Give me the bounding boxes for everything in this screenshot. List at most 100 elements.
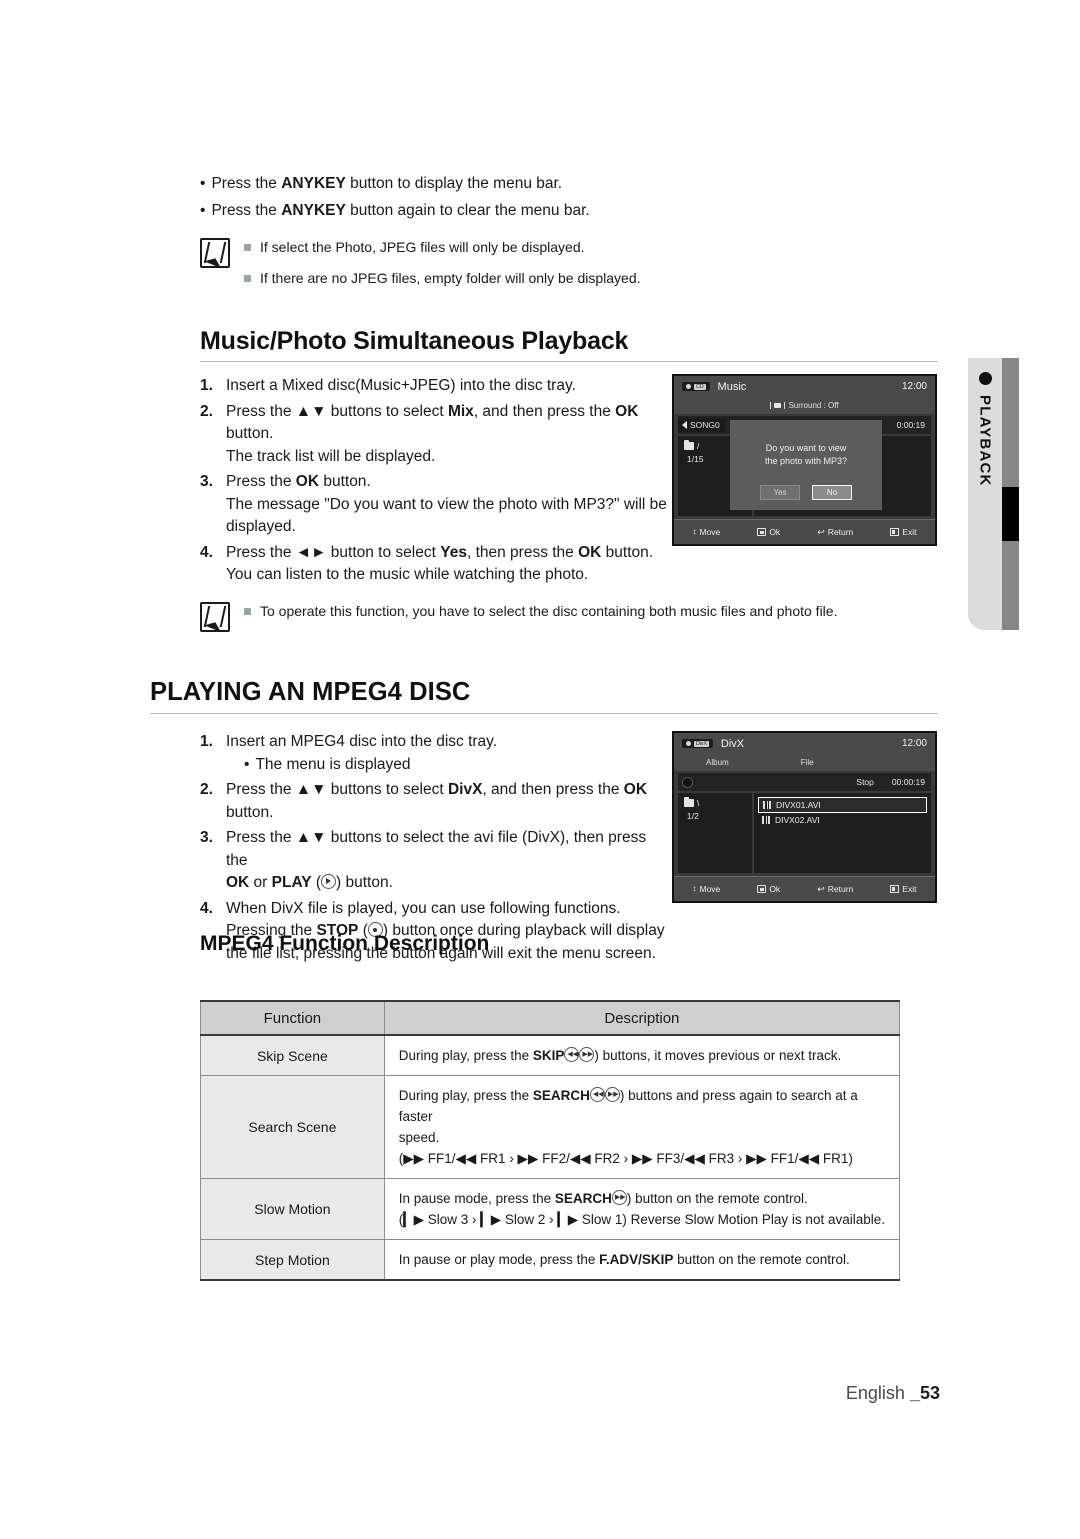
heading-rule bbox=[200, 361, 938, 362]
screen-title: DivX bbox=[720, 737, 745, 750]
hint-move: ↕ Move bbox=[693, 884, 721, 894]
desc-post: ) buttons, it moves previous or next tra… bbox=[594, 1048, 842, 1063]
steps-music-photo: 1. Insert a Mixed disc(Music+JPEG) into … bbox=[200, 375, 670, 590]
hint-return: ↩ Return bbox=[817, 884, 853, 894]
video-file-icon bbox=[763, 801, 771, 809]
step-line: Press the ▲▼ buttons to select the avi f… bbox=[226, 829, 647, 869]
video-file-icon bbox=[762, 816, 770, 824]
surround-speaker-icon bbox=[770, 402, 786, 409]
playback-status-label: Stop bbox=[856, 777, 874, 787]
desc-bold: F.ADV/SKIP bbox=[599, 1252, 674, 1267]
desc-line2: speed. bbox=[398, 1130, 440, 1145]
table-row: Search Scene During play, press the SEAR… bbox=[200, 1075, 901, 1179]
section-heading-mpeg4: PLAYING AN MPEG4 DISC bbox=[150, 678, 471, 706]
playback-status-bar: Stop 00:00:19 bbox=[678, 773, 931, 791]
ok-icon bbox=[757, 885, 767, 893]
surround-status-row: Surround : Off bbox=[674, 397, 935, 414]
note-box: To operate this function, you have to se… bbox=[200, 600, 920, 633]
screenshot-music-player: CD Music 12:00 Surround : Off SONG0 0:00… bbox=[672, 374, 937, 546]
file-list-pane[interactable]: DIVX01.AVI DIVX02.AVI bbox=[754, 793, 931, 873]
folder-pane[interactable]: \ 1/2 bbox=[678, 793, 752, 873]
step-line: displayed. bbox=[226, 518, 296, 535]
note-pencil-icon bbox=[200, 238, 230, 269]
move-icon: ↕ bbox=[692, 884, 697, 893]
bullet-text-post: button to display the menu bar. bbox=[345, 175, 563, 192]
step-item: 2. Press the ▲▼ buttons to select DivX, … bbox=[200, 779, 670, 824]
step-line: Press the ◄► button to select Yes, then … bbox=[226, 543, 654, 561]
step-number: 2. bbox=[200, 781, 213, 798]
step-sub-bullet: • The menu is displayed bbox=[226, 754, 670, 777]
screen-clock: 12:00 bbox=[901, 381, 927, 392]
hint-label: Exit bbox=[902, 884, 917, 894]
desc-pre: In pause mode, press the bbox=[398, 1191, 555, 1206]
screen-titlebar: DivX DivX 12:00 bbox=[674, 733, 935, 754]
step-line: Press the ▲▼ buttons to select Mix, and … bbox=[226, 402, 639, 420]
step-sub-text: The menu is displayed bbox=[255, 755, 411, 773]
screenshot-divx-browser: DivX DivX 12:00 Album File Stop 00:00:19… bbox=[672, 731, 937, 903]
side-bar-black-marker bbox=[1002, 487, 1019, 541]
step-number: 3. bbox=[200, 473, 213, 490]
hint-label: Return bbox=[827, 884, 854, 894]
disc-type-badge: DivX bbox=[682, 739, 713, 748]
hint-return: ↩ Return bbox=[817, 527, 853, 537]
dialog-message-line: the photo with MP3? bbox=[764, 456, 848, 466]
table-row: Skip Scene During play, press the SKIP ◀◀… bbox=[200, 1034, 901, 1076]
note-box: If select the Photo, JPEG files will onl… bbox=[200, 236, 900, 299]
now-playing-tag: SONG0 bbox=[678, 418, 725, 432]
step-number: 1. bbox=[200, 733, 213, 750]
disc-type-badge: CD bbox=[682, 382, 710, 391]
heading-rule bbox=[150, 713, 938, 714]
table-heading: MPEG4 Function Description bbox=[200, 932, 490, 955]
elapsed-time: 00:00:19 bbox=[891, 777, 925, 787]
desc-post: button on the remote control. bbox=[673, 1252, 850, 1267]
desc-pre: In pause or play mode, press the bbox=[398, 1252, 600, 1267]
dialog-no-button[interactable]: No bbox=[812, 485, 852, 500]
step-line: When DivX file is played, you can use fo… bbox=[226, 899, 621, 917]
mpeg4-function-table: Function Description Skip Scene During p… bbox=[200, 1000, 901, 1281]
folder-name: / bbox=[697, 441, 700, 451]
hint-ok: Ok bbox=[757, 884, 780, 894]
footer-language: English bbox=[845, 1383, 910, 1403]
search-back-button-icon: ◀◀ bbox=[589, 1087, 605, 1102]
screen-clock: 12:00 bbox=[901, 738, 927, 749]
row-function-name: Step Motion bbox=[200, 1239, 385, 1281]
step-line: Press the OK button. bbox=[226, 473, 371, 490]
hint-label: Exit bbox=[902, 527, 917, 537]
step-line: Insert a Mixed disc(Music+JPEG) into the… bbox=[226, 377, 576, 394]
file-list-item[interactable]: DIVX02.AVI bbox=[758, 813, 927, 827]
hint-label: Move bbox=[699, 884, 721, 894]
table-row: Step Motion In pause or play mode, press… bbox=[200, 1239, 901, 1281]
step-number: 3. bbox=[200, 829, 213, 846]
step-number: 1. bbox=[200, 377, 213, 394]
exit-icon bbox=[890, 528, 900, 536]
search-fwd-button-icon: ▶▶ bbox=[611, 1190, 627, 1205]
elapsed-time: 0:00:19 bbox=[896, 420, 925, 430]
table-header-description: Description bbox=[383, 1000, 901, 1036]
file-list-item[interactable]: DIVX01.AVI bbox=[758, 797, 927, 813]
folder-count: 1/2 bbox=[687, 811, 699, 821]
table-header-row: Function Description bbox=[200, 1000, 901, 1036]
exit-icon bbox=[890, 885, 900, 893]
bullet-text-pre: Press the bbox=[211, 202, 282, 219]
desc-bold: SEARCH bbox=[532, 1088, 590, 1103]
row-description: In pause or play mode, press the F.ADV/S… bbox=[383, 1239, 901, 1281]
step-number: 4. bbox=[200, 543, 213, 561]
search-fwd-button-icon: ▶▶ bbox=[604, 1087, 620, 1102]
folder-name: \ bbox=[697, 798, 700, 808]
intro-bullet-list: • Press the ANYKEY button to display the … bbox=[200, 172, 900, 226]
note-square-icon bbox=[244, 608, 251, 615]
row-function-name: Slow Motion bbox=[200, 1178, 385, 1240]
folder-row: \ bbox=[684, 796, 746, 808]
desc-line2: (▎▶ Slow 3 › ▎▶ Slow 2 › ▎▶ Slow 1) Reve… bbox=[398, 1212, 885, 1227]
step-line: OK or PLAY () button. bbox=[226, 874, 393, 891]
disc-type-label: DivX bbox=[694, 740, 709, 747]
return-icon: ↩ bbox=[817, 884, 825, 894]
ok-icon bbox=[757, 528, 767, 536]
bullet-dot-icon: • bbox=[200, 175, 206, 192]
hint-label: Return bbox=[827, 527, 854, 537]
folder-icon bbox=[684, 439, 694, 450]
dialog-yes-button[interactable]: Yes bbox=[760, 485, 800, 500]
note-square-icon bbox=[244, 244, 251, 251]
confirm-dialog: Do you want to view the photo with MP3? … bbox=[730, 420, 882, 510]
note-square-icon bbox=[244, 275, 251, 282]
